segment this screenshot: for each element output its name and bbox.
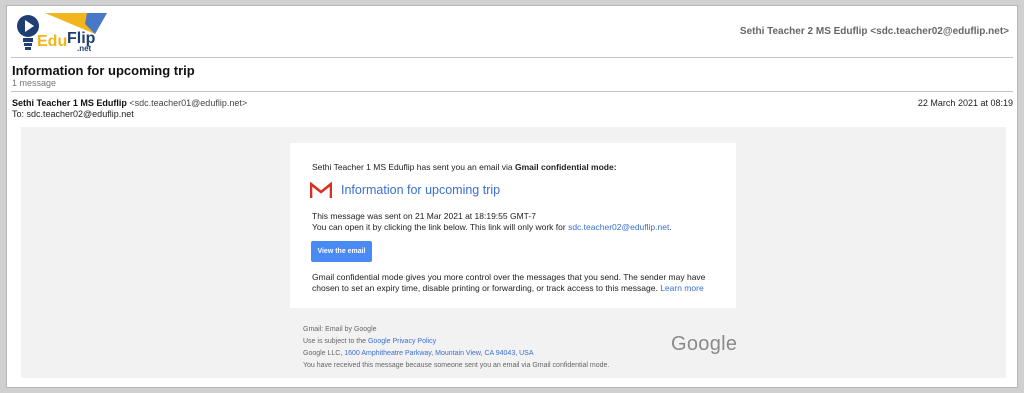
confidential-mode-card: Sethi Teacher 1 MS Eduflip has sent you … [290, 143, 736, 308]
recipient-link[interactable]: sdc.teacher02@eduflip.net [568, 222, 669, 232]
email-body: Sethi Teacher 1 MS Eduflip has sent you … [21, 127, 1006, 378]
view-email-button[interactable]: View the email [311, 241, 372, 262]
header: Edu Flip .net Sethi Teacher 2 MS Eduflip… [7, 6, 1017, 60]
eduflip-logo: Edu Flip .net [15, 10, 111, 56]
recipient-line: To: sdc.teacher02@eduflip.net [12, 109, 134, 119]
email-subject: Information for upcoming trip [12, 63, 195, 78]
intro-bold: Gmail confidential mode: [515, 162, 617, 172]
learn-more-link[interactable]: Learn more [660, 283, 703, 293]
divider [11, 57, 1013, 58]
email-date: 22 March 2021 at 08:19 [917, 98, 1013, 108]
footer-line1: Gmail: Email by Google [303, 326, 377, 333]
logo-text-edu: Edu [37, 33, 68, 50]
open-text: You can open it by clicking the link bel… [312, 222, 569, 232]
footer-line3: Google LLC, 1600 Amphitheatre Parkway, M… [303, 350, 534, 357]
intro-sentence: Sethi Teacher 1 MS Eduflip has sent you … [312, 162, 516, 172]
account-label: Sethi Teacher 2 MS Eduflip <sdc.teacher0… [739, 26, 1009, 37]
message-count: 1 message [12, 78, 57, 88]
email-print-frame: Edu Flip .net Sethi Teacher 2 MS Eduflip… [6, 5, 1018, 388]
footer-line3-text: Google LLC, [303, 350, 345, 357]
address-link[interactable]: 1600 Amphitheatre Parkway, Mountain View… [344, 350, 533, 357]
card-title: Information for upcoming trip [341, 183, 501, 197]
gmail-icon [310, 182, 332, 198]
logo-text-net: .net [77, 44, 92, 53]
open-instructions: You can open it by clicking the link bel… [312, 222, 672, 232]
info-text-line2: chosen to set an expiry time, disable pr… [312, 283, 704, 293]
info-text-line1: Gmail confidential mode gives you more c… [312, 272, 706, 282]
sender-name: Sethi Teacher 1 MS Eduflip [12, 98, 127, 108]
divider [11, 91, 1013, 92]
sender-address: <sdc.teacher01@eduflip.net> [129, 98, 248, 108]
footer-line2-text: Use is subject to the [303, 338, 368, 345]
open-end: . [669, 222, 672, 232]
footer-line4: You have received this message because s… [303, 362, 610, 369]
privacy-policy-link[interactable]: Google Privacy Policy [368, 338, 436, 345]
sender-line: Sethi Teacher 1 MS Eduflip <sdc.teacher0… [12, 98, 247, 108]
footer-line2: Use is subject to the Google Privacy Pol… [303, 338, 436, 345]
google-logo: Google [671, 333, 738, 355]
intro-text: Sethi Teacher 1 MS Eduflip has sent you … [312, 162, 617, 172]
info-text-line2-body: chosen to set an expiry time, disable pr… [312, 283, 658, 293]
sent-time: This message was sent on 21 Mar 2021 at … [312, 211, 536, 221]
